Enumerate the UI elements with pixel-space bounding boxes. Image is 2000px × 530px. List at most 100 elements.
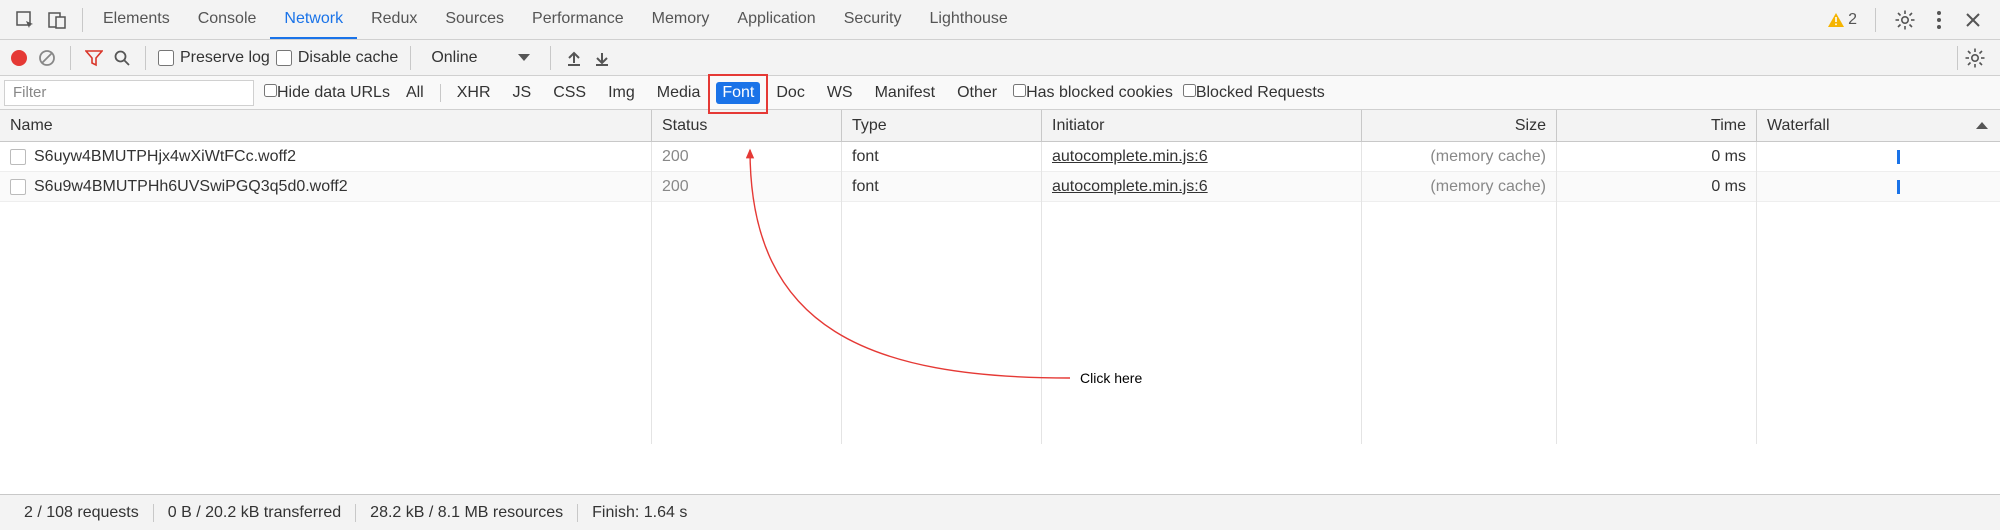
tab-security[interactable]: Security	[830, 0, 916, 39]
cell-size: (memory cache)	[1362, 172, 1557, 201]
search-icon[interactable]	[111, 47, 133, 69]
tab-application[interactable]: Application	[723, 0, 829, 39]
tab-lighthouse[interactable]: Lighthouse	[916, 0, 1022, 39]
device-toggle-icon[interactable]	[46, 9, 68, 31]
inspect-element-icon[interactable]	[14, 9, 36, 31]
disable-cache-checkbox[interactable]: Disable cache	[276, 49, 399, 67]
warning-count: 2	[1848, 11, 1857, 29]
preserve-log-checkbox[interactable]: Preserve log	[158, 49, 270, 67]
tab-performance[interactable]: Performance	[518, 0, 638, 39]
close-icon[interactable]	[1962, 9, 1984, 31]
devtools-top-bar: Elements Console Network Redux Sources P…	[0, 0, 2000, 40]
column-size[interactable]: Size	[1362, 110, 1557, 141]
panel-tab-list: Elements Console Network Redux Sources P…	[89, 0, 1022, 39]
tab-elements[interactable]: Elements	[89, 0, 184, 39]
filter-toggle-icon[interactable]	[83, 47, 105, 69]
gear-icon[interactable]	[1894, 9, 1916, 31]
hide-data-urls-label: Hide data URLs	[277, 84, 390, 101]
status-requests: 2 / 108 requests	[10, 504, 154, 522]
status-bar: 2 / 108 requests 0 B / 20.2 kB transferr…	[0, 494, 2000, 530]
chip-img[interactable]: Img	[602, 82, 641, 104]
column-type[interactable]: Type	[842, 110, 1042, 141]
filter-input[interactable]	[4, 80, 254, 106]
tab-memory[interactable]: Memory	[638, 0, 724, 39]
kebab-menu-icon[interactable]	[1928, 9, 1950, 31]
cell-type: font	[842, 172, 1042, 201]
chip-all[interactable]: All	[400, 82, 430, 104]
cell-status: 200	[652, 142, 842, 171]
clear-button[interactable]	[36, 47, 58, 69]
tab-redux[interactable]: Redux	[357, 0, 431, 39]
download-har-icon[interactable]	[591, 47, 613, 69]
hide-data-urls-checkbox[interactable]: Hide data URLs	[264, 84, 390, 102]
network-table-body: S6uyw4BMUTPHjx4wXiWtFCc.woff2 200 font a…	[0, 142, 2000, 444]
throttling-select[interactable]: Online	[423, 49, 537, 67]
column-name[interactable]: Name	[0, 110, 652, 141]
chip-js[interactable]: JS	[507, 82, 538, 104]
divider	[145, 46, 146, 70]
divider	[82, 8, 83, 32]
chip-font[interactable]: Font	[716, 82, 760, 104]
divider	[550, 46, 551, 70]
file-icon	[10, 179, 26, 195]
tab-sources[interactable]: Sources	[431, 0, 518, 39]
network-table-header: Name Status Type Initiator Size Time Wat…	[0, 110, 2000, 142]
cell-time: 0 ms	[1557, 172, 1757, 201]
chip-manifest[interactable]: Manifest	[869, 82, 941, 104]
filter-row: Hide data URLs All XHR JS CSS Img Media …	[0, 76, 2000, 110]
status-finish: Finish: 1.64 s	[578, 504, 701, 522]
record-button[interactable]	[8, 47, 30, 69]
has-blocked-cookies-label: Has blocked cookies	[1026, 84, 1173, 101]
cell-time: 0 ms	[1557, 142, 1757, 171]
table-row[interactable]: S6u9w4BMUTPHh6UVSwiPGQ3q5d0.woff2 200 fo…	[0, 172, 2000, 202]
initiator-link[interactable]: autocomplete.min.js:6	[1052, 148, 1208, 166]
status-resources: 28.2 kB / 8.1 MB resources	[356, 504, 578, 522]
chip-css[interactable]: CSS	[547, 82, 592, 104]
column-initiator[interactable]: Initiator	[1042, 110, 1362, 141]
cell-status: 200	[652, 172, 842, 201]
waterfall-bar	[1897, 150, 1900, 164]
sort-ascending-icon	[1976, 122, 1988, 129]
file-name: S6uyw4BMUTPHjx4wXiWtFCc.woff2	[34, 148, 296, 166]
upload-har-icon[interactable]	[563, 47, 585, 69]
network-toolbar: Preserve log Disable cache Online	[0, 40, 2000, 76]
annotation-label: Click here	[1080, 370, 1142, 386]
chip-ws[interactable]: WS	[821, 82, 859, 104]
blocked-requests-checkbox[interactable]: Blocked Requests	[1183, 84, 1325, 102]
cell-waterfall	[1757, 142, 2000, 171]
throttling-value: Online	[431, 49, 477, 67]
file-name: S6u9w4BMUTPHh6UVSwiPGQ3q5d0.woff2	[34, 178, 348, 196]
cell-type: font	[842, 142, 1042, 171]
divider	[1875, 8, 1876, 32]
warnings-badge[interactable]: 2	[1828, 11, 1857, 29]
divider	[70, 46, 71, 70]
preserve-log-label: Preserve log	[180, 49, 270, 67]
chip-doc[interactable]: Doc	[770, 82, 810, 104]
toolbar-right	[1951, 46, 1992, 70]
chip-xhr[interactable]: XHR	[451, 82, 497, 104]
tab-console[interactable]: Console	[184, 0, 271, 39]
table-row[interactable]: S6uyw4BMUTPHjx4wXiWtFCc.woff2 200 font a…	[0, 142, 2000, 172]
has-blocked-cookies-checkbox[interactable]: Has blocked cookies	[1013, 84, 1173, 102]
column-waterfall[interactable]: Waterfall	[1757, 110, 2000, 141]
tab-network[interactable]: Network	[270, 0, 357, 39]
top-right-group: 2	[1828, 8, 1994, 32]
gear-icon[interactable]	[1964, 47, 1986, 69]
divider	[410, 46, 411, 70]
cell-initiator: autocomplete.min.js:6	[1042, 172, 1362, 201]
blocked-requests-label: Blocked Requests	[1196, 84, 1325, 101]
initiator-link[interactable]: autocomplete.min.js:6	[1052, 178, 1208, 196]
chip-other[interactable]: Other	[951, 82, 1003, 104]
cell-name: S6uyw4BMUTPHjx4wXiWtFCc.woff2	[0, 142, 652, 171]
chip-media[interactable]: Media	[651, 82, 707, 104]
status-transferred: 0 B / 20.2 kB transferred	[154, 504, 356, 522]
column-status[interactable]: Status	[652, 110, 842, 141]
disable-cache-label: Disable cache	[298, 49, 399, 67]
column-time[interactable]: Time	[1557, 110, 1757, 141]
record-icon	[11, 50, 27, 66]
type-chip-group: All XHR JS CSS Img Media Font Doc WS Man…	[400, 82, 1003, 104]
top-left-icon-group	[6, 9, 76, 31]
chevron-down-icon	[518, 54, 530, 61]
column-waterfall-label: Waterfall	[1767, 117, 1830, 135]
cell-size: (memory cache)	[1362, 142, 1557, 171]
